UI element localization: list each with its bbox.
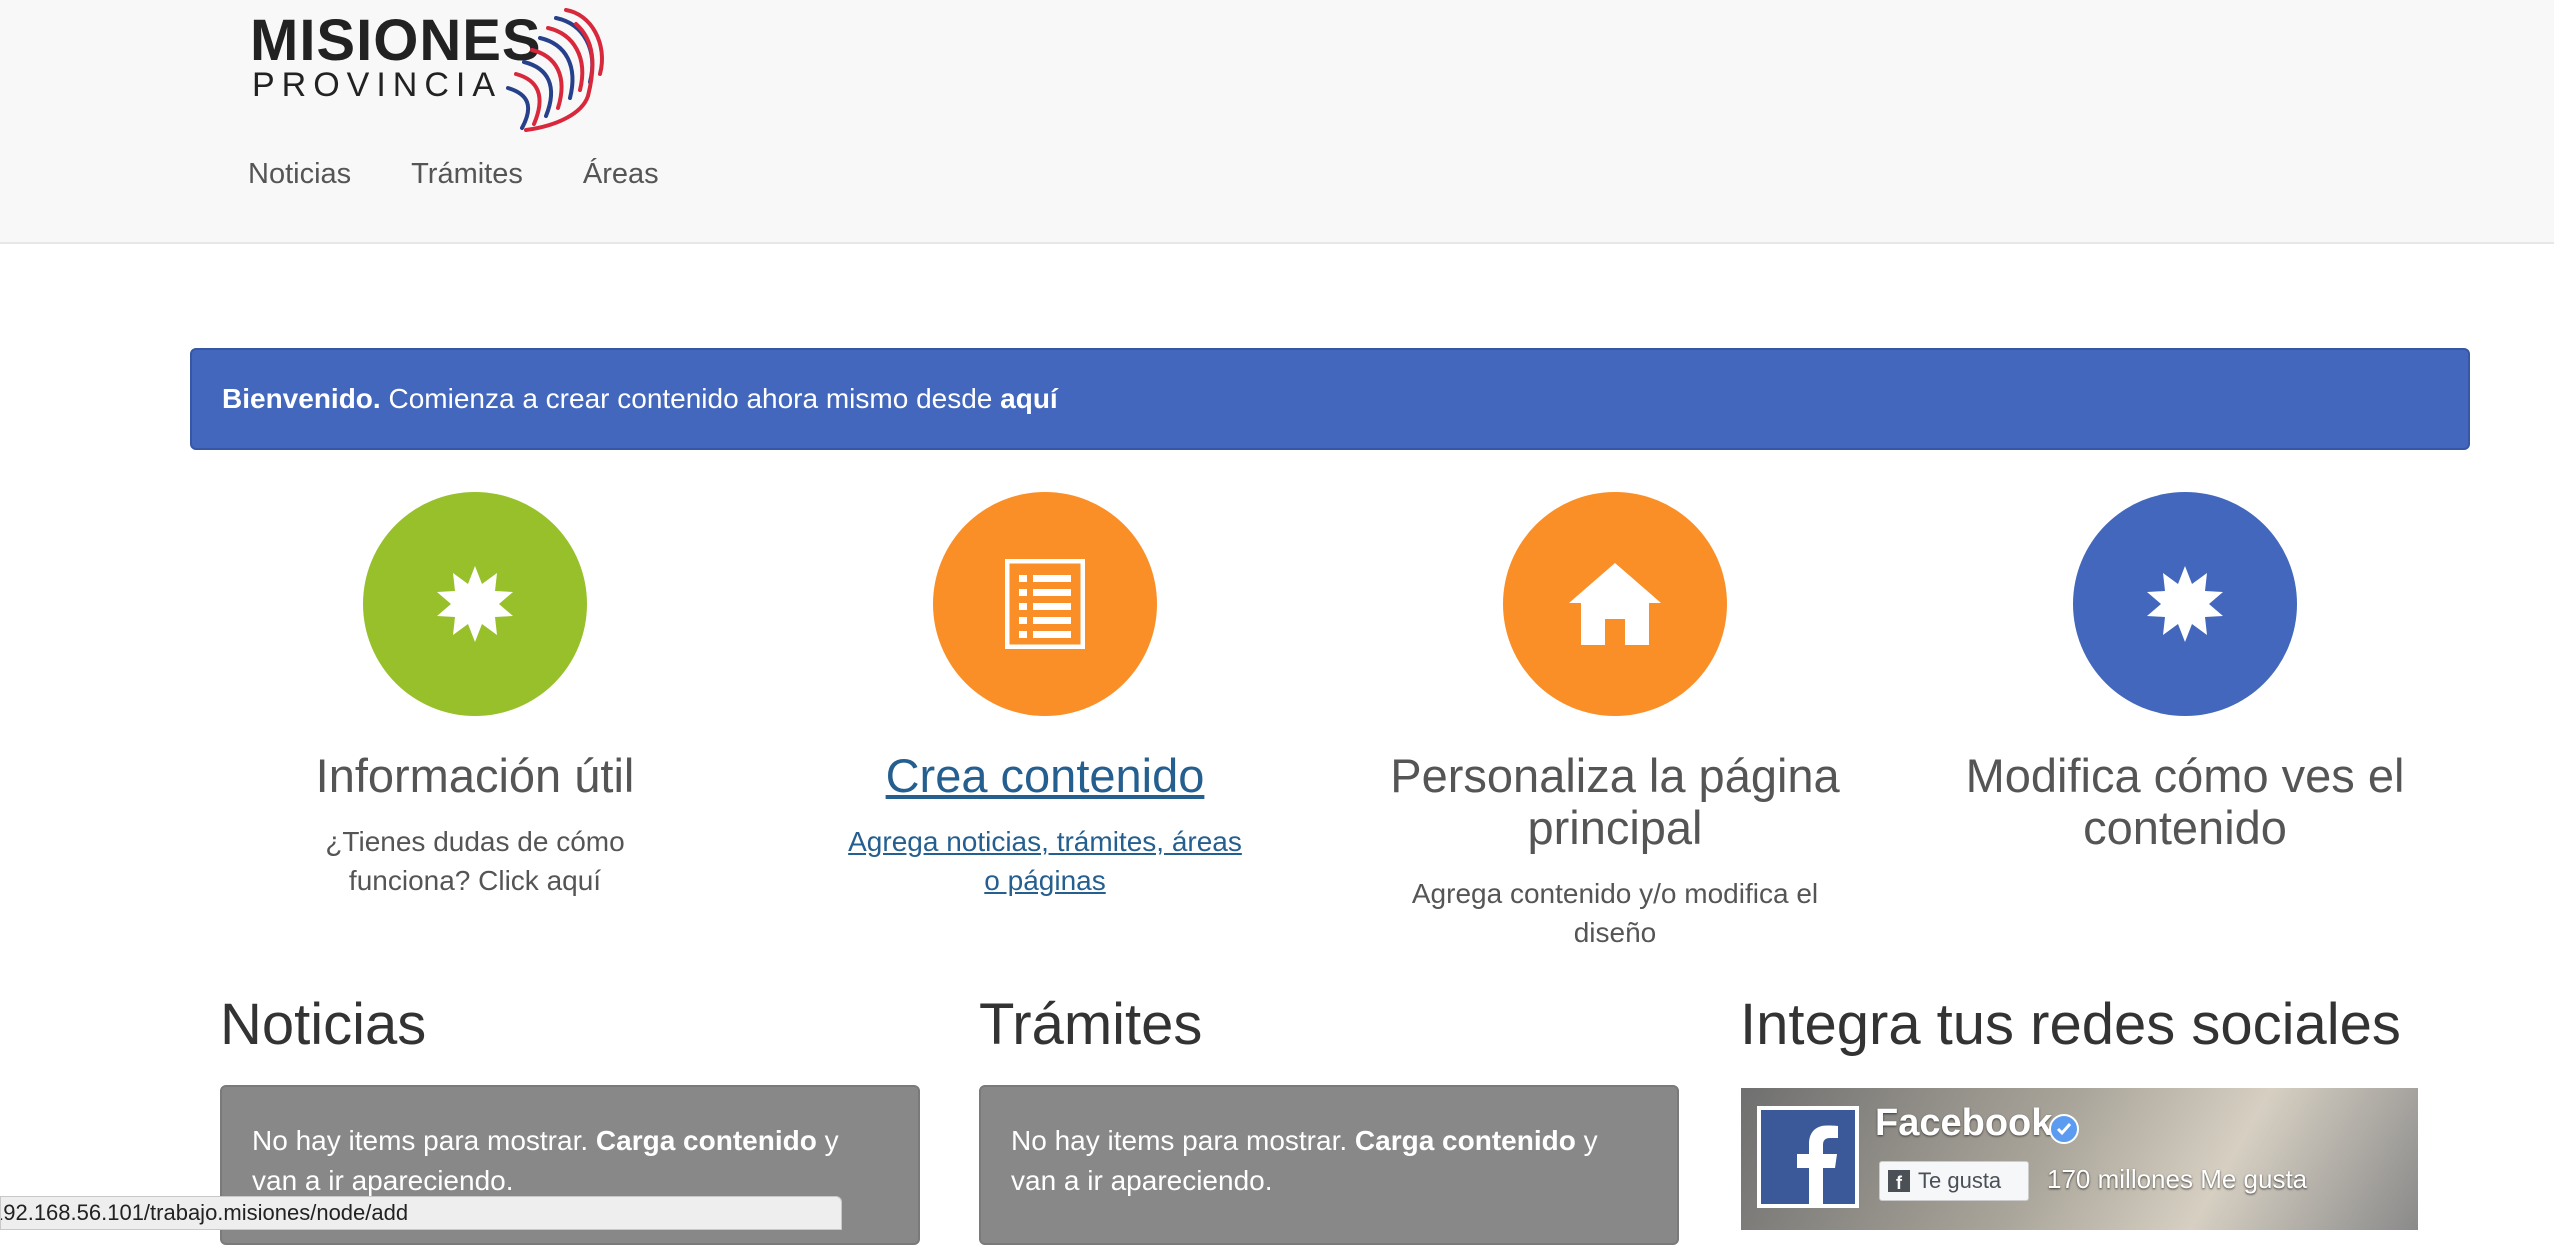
feature-title: Modifica cómo ves el contenido <box>1965 749 2405 854</box>
social-section-title: Integra tus redes sociales <box>1740 992 2401 1057</box>
feature-description[interactable]: ¿Tienes dudas de cómo funciona? Click aq… <box>190 822 760 900</box>
news-section-title: Noticias <box>220 992 427 1057</box>
site-header: MISIONES PROVINCIA Noticias Trámites Áre… <box>0 0 2554 244</box>
feature-description: Agrega contenido y/o modifica el diseño <box>1411 878 1819 948</box>
feature-create: Crea contenido Agrega noticias, trámites… <box>760 492 1330 900</box>
facebook-f-icon: f <box>1888 1170 1910 1192</box>
home-icon <box>1569 563 1661 645</box>
status-url: 192.168.56.101/trabajo.misiones/node/add <box>0 1200 409 1225</box>
alert-text: Comienza a crear contenido ahora mismo d… <box>388 383 993 414</box>
verified-badge-icon <box>2049 1114 2079 1144</box>
feature-circle[interactable] <box>363 492 587 716</box>
nav-item-areas[interactable]: Áreas <box>583 158 659 191</box>
facebook-like-button[interactable]: f Te gusta <box>1879 1161 2029 1201</box>
facebook-page-name[interactable]: Facebook <box>1875 1102 2052 1145</box>
fingerprint-logo-icon <box>506 8 604 132</box>
browser-status-bar: 192.168.56.101/trabajo.misiones/node/add <box>0 1196 842 1230</box>
news-load-content-link[interactable]: Carga contenido <box>596 1125 817 1156</box>
logo-line2: PROVINCIA <box>252 66 503 104</box>
news-empty-text: No hay items para mostrar. <box>252 1125 589 1156</box>
procedures-load-content-link[interactable]: Carga contenido <box>1355 1125 1576 1156</box>
feature-circle[interactable] <box>1503 492 1727 716</box>
nav-item-tramites[interactable]: Trámites <box>411 158 523 191</box>
feature-circle[interactable] <box>2073 492 2297 716</box>
feature-customize: Personaliza la página principal Agrega c… <box>1330 492 1900 952</box>
feature-title-link[interactable]: Crea contenido <box>760 750 1330 802</box>
site-logo[interactable]: MISIONES PROVINCIA <box>248 0 618 135</box>
feature-view: Modifica cómo ves el contenido <box>1900 492 2470 854</box>
burst-icon <box>2147 566 2223 642</box>
feature-title: Información útil <box>315 749 635 802</box>
facebook-logo-icon <box>1757 1106 1859 1208</box>
feature-description-link[interactable]: Agrega noticias, trámites, áreas o págin… <box>760 822 1330 900</box>
alert-strong: Bienvenido. <box>222 383 381 414</box>
alert-link[interactable]: aquí <box>1000 383 1058 415</box>
main-nav: Noticias Trámites Áreas <box>248 158 659 191</box>
list-icon <box>1005 559 1085 649</box>
procedures-section-title: Trámites <box>979 992 1203 1057</box>
procedures-empty-text: No hay items para mostrar. <box>1011 1125 1348 1156</box>
facebook-like-label: Te gusta <box>1918 1168 2002 1193</box>
welcome-alert: Bienvenido. Comienza a crear contenido a… <box>190 348 2470 450</box>
facebook-page-widget[interactable]: Facebook f Te gusta 170 millones Me gust… <box>1741 1088 2418 1230</box>
feature-circle[interactable] <box>933 492 1157 716</box>
procedures-empty-panel: No hay items para mostrar. Carga conteni… <box>979 1085 1679 1245</box>
nav-item-noticias[interactable]: Noticias <box>248 158 351 191</box>
feature-title: Personaliza la página principal <box>1390 749 1840 854</box>
feature-info: Información útil ¿Tienes dudas de cómo f… <box>190 492 760 900</box>
facebook-like-count: 170 millones Me gusta <box>2047 1164 2308 1194</box>
burst-icon <box>437 566 513 642</box>
